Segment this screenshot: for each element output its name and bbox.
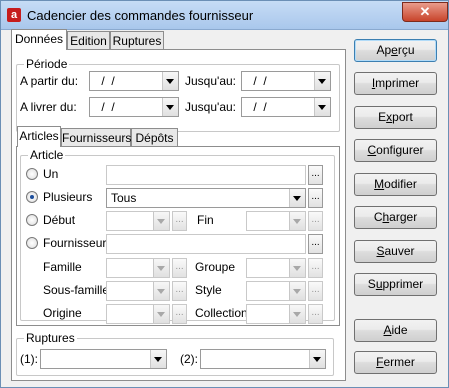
imprimer-button[interactable]: Imprimer [354, 72, 437, 95]
famille-combo[interactable] [106, 258, 170, 278]
un-label: Un [43, 167, 59, 181]
tab-edition[interactable]: Edition [67, 31, 110, 49]
client-area: Données Edition Ruptures Période A parti… [6, 29, 444, 383]
chevron-down-icon[interactable] [162, 98, 178, 116]
sous-famille-label: Sous-famille [43, 283, 110, 297]
fin-browse-button[interactable]: ... [308, 211, 323, 231]
chevron-down-icon[interactable] [314, 72, 330, 90]
plusieurs-radio[interactable] [26, 191, 38, 203]
chevron-down-icon[interactable] [153, 259, 169, 277]
jusquau-label-2: Jusqu'au: [185, 100, 236, 114]
origine-combo[interactable] [106, 304, 170, 324]
chevron-down-icon[interactable] [289, 305, 305, 323]
a-livrer-date-value: / / [98, 100, 115, 114]
style-browse-button[interactable]: ... [308, 281, 323, 301]
rupture-1-label: (1): [20, 352, 38, 366]
origine-browse-button[interactable]: ... [172, 304, 187, 324]
chevron-down-icon[interactable] [289, 189, 305, 207]
chevron-down-icon[interactable] [309, 350, 325, 368]
chevron-down-icon[interactable] [289, 212, 305, 230]
periode-title: Période [24, 57, 70, 71]
export-button[interactable]: Export [354, 106, 437, 129]
a-livrer-label: A livrer du: [20, 100, 77, 114]
tab-articles[interactable]: Articles [17, 126, 61, 147]
debut-browse-button[interactable]: ... [172, 211, 187, 231]
aide-button[interactable]: Aide [354, 319, 437, 342]
chevron-down-icon[interactable] [150, 350, 166, 368]
title-bar: a Cadencier des commandes fournisseur ✕ [1, 1, 448, 30]
plusieurs-value: Tous [111, 191, 137, 205]
app-icon: a [7, 8, 21, 22]
chevron-down-icon[interactable] [289, 282, 305, 300]
fournisseur-radio[interactable] [26, 237, 38, 249]
chevron-down-icon[interactable] [153, 305, 169, 323]
plusieurs-combo[interactable]: Tous [106, 188, 306, 208]
sous-famille-browse-button[interactable]: ... [172, 281, 187, 301]
supprimer-button[interactable]: Supprimer [354, 273, 437, 296]
collection-combo[interactable] [246, 304, 306, 324]
collection-label: Collection [195, 306, 248, 320]
fournisseur-label: Fournisseur [43, 236, 107, 250]
a-livrer-date-field[interactable]: / / [89, 97, 179, 117]
tab-ruptures[interactable]: Ruptures [110, 31, 164, 49]
jusquau-date-value-2: / / [250, 100, 267, 114]
sauver-button[interactable]: Sauver [354, 240, 437, 263]
debut-combo[interactable] [106, 211, 170, 231]
origine-label: Origine [43, 306, 82, 320]
configurer-button[interactable]: Configurer [354, 139, 437, 162]
jusquau-date-value-1: / / [250, 74, 267, 88]
plusieurs-browse-button[interactable]: ... [308, 188, 323, 208]
chevron-down-icon[interactable] [289, 259, 305, 277]
famille-label: Famille [43, 260, 82, 274]
a-partir-label: A partir du: [20, 74, 79, 88]
chevron-down-icon[interactable] [153, 212, 169, 230]
famille-browse-button[interactable]: ... [172, 258, 187, 278]
style-combo[interactable] [246, 281, 306, 301]
modifier-button[interactable]: Modifier [354, 173, 437, 196]
debut-label: Début [43, 213, 76, 227]
rupture-1-combo[interactable] [40, 349, 167, 369]
un-browse-button[interactable]: ... [308, 165, 323, 185]
chevron-down-icon[interactable] [153, 282, 169, 300]
style-label: Style [195, 283, 222, 297]
chevron-down-icon[interactable] [162, 72, 178, 90]
fournisseur-field[interactable] [106, 234, 306, 254]
a-partir-date-value: / / [98, 74, 115, 88]
tab-depots[interactable]: Dépôts [131, 128, 178, 146]
dialog-window: a Cadencier des commandes fournisseur ✕ … [0, 0, 449, 388]
jusquau-date-field-2[interactable]: / / [241, 97, 331, 117]
jusquau-label-1: Jusqu'au: [185, 74, 236, 88]
window-title: Cadencier des commandes fournisseur [27, 8, 254, 23]
rupture-2-combo[interactable] [200, 349, 326, 369]
close-button[interactable]: ✕ [402, 2, 448, 22]
fournisseur-browse-button[interactable]: ... [308, 234, 323, 254]
fermer-button[interactable]: Fermer [354, 351, 437, 374]
rupture-2-label: (2): [180, 352, 198, 366]
charger-button[interactable]: Charger [354, 206, 437, 229]
chevron-down-icon[interactable] [314, 98, 330, 116]
groupe-browse-button[interactable]: ... [308, 258, 323, 278]
plusieurs-label: Plusieurs [43, 190, 93, 204]
debut-radio[interactable] [26, 214, 38, 226]
fin-combo[interactable] [246, 211, 306, 231]
a-partir-date-field[interactable]: / / [89, 71, 179, 91]
ruptures-title: Ruptures [24, 331, 77, 345]
tab-fournisseurs[interactable]: Fournisseurs [61, 128, 131, 146]
articles-panel: Article Un ... Plusieurs Tous ... Début [16, 146, 340, 326]
un-radio[interactable] [26, 168, 38, 180]
apercu-button[interactable]: Aperçu [354, 39, 437, 62]
groupe-combo[interactable] [246, 258, 306, 278]
jusquau-date-field-1[interactable]: / / [241, 71, 331, 91]
donnees-panel: Période A partir du: / / Jusqu'au: / / A… [11, 49, 346, 381]
sous-famille-combo[interactable] [106, 281, 170, 301]
article-title: Article [28, 148, 66, 162]
groupe-label: Groupe [195, 260, 236, 274]
un-field[interactable] [106, 165, 306, 185]
tab-donnees[interactable]: Données [11, 29, 67, 50]
fin-label: Fin [197, 213, 214, 227]
collection-browse-button[interactable]: ... [308, 304, 323, 324]
